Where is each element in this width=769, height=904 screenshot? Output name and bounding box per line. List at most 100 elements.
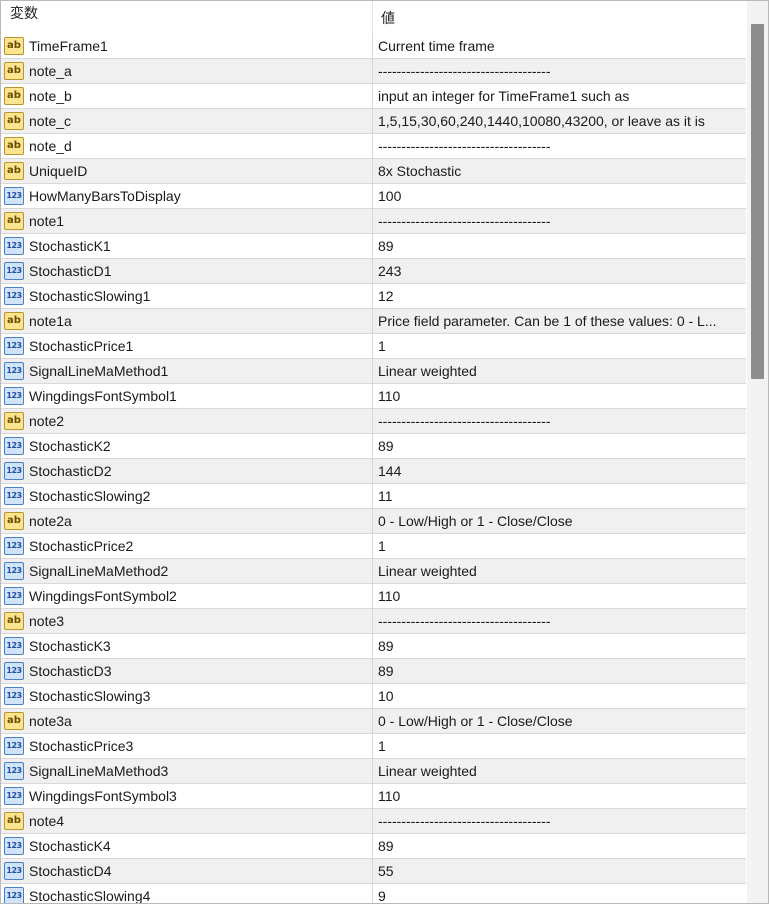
parameter-row[interactable]: 123 WingdingsFontSymbol1 110: [1, 384, 746, 409]
string-type-icon: ab: [4, 312, 24, 330]
column-header-variable[interactable]: 変数: [10, 1, 38, 26]
column-divider: [372, 484, 373, 509]
parameter-value[interactable]: 89: [378, 234, 394, 259]
parameter-value[interactable]: 89: [378, 434, 394, 459]
parameter-name: note1: [29, 213, 65, 229]
parameter-row[interactable]: 123 StochasticD2 144: [1, 459, 746, 484]
parameter-value[interactable]: -------------------------------------: [378, 809, 551, 834]
parameter-value[interactable]: 110: [378, 584, 400, 609]
parameter-row[interactable]: 123 HowManyBarsToDisplay 100: [1, 184, 746, 209]
column-divider: [372, 759, 373, 784]
parameter-name: UniqueID: [29, 163, 88, 179]
parameter-row[interactable]: ab note2 ---------------------------------…: [1, 409, 746, 434]
string-type-icon: ab: [4, 412, 24, 430]
parameter-row[interactable]: 123 StochasticSlowing1 12: [1, 284, 746, 309]
parameter-row[interactable]: 123 SignalLineMaMethod3 Linear weighted: [1, 759, 746, 784]
parameter-row[interactable]: ab note_c 1,5,15,30,60,240,1440,10080,4320…: [1, 109, 746, 134]
parameter-name: note_a: [29, 63, 72, 79]
parameter-value[interactable]: Linear weighted: [378, 559, 477, 584]
parameter-value[interactable]: -------------------------------------: [378, 59, 551, 84]
integer-type-icon: 123: [4, 687, 24, 705]
parameter-value[interactable]: Linear weighted: [378, 759, 477, 784]
parameter-row[interactable]: 123 StochasticK1 89: [1, 234, 746, 259]
parameter-row[interactable]: ab note3a 0 - Low/High or 1 - Close/Close: [1, 709, 746, 734]
parameter-row[interactable]: ab note_a --------------------------------…: [1, 59, 746, 84]
parameter-value[interactable]: 0 - Low/High or 1 - Close/Close: [378, 709, 573, 734]
parameter-value[interactable]: Current time frame: [378, 34, 495, 59]
parameter-row[interactable]: ab note1 ---------------------------------…: [1, 209, 746, 234]
parameter-row[interactable]: 123 StochasticSlowing4 9: [1, 884, 746, 903]
parameter-value[interactable]: 1: [378, 734, 386, 759]
parameter-name: StochasticSlowing1: [29, 288, 151, 304]
parameter-value[interactable]: Price field parameter. Can be 1 of these…: [378, 309, 717, 334]
parameter-value[interactable]: -------------------------------------: [378, 134, 551, 159]
parameter-value[interactable]: 144: [378, 459, 401, 484]
parameter-value[interactable]: -------------------------------------: [378, 209, 551, 234]
parameter-value[interactable]: 9: [378, 884, 386, 903]
parameter-value[interactable]: 10: [378, 684, 394, 709]
parameter-value[interactable]: 11: [378, 484, 393, 509]
parameter-row[interactable]: ab note3 ---------------------------------…: [1, 609, 746, 634]
parameter-row[interactable]: ab TimeFrame1 Current time frame: [1, 34, 746, 59]
table-header: 変数 値: [1, 1, 746, 34]
parameter-row[interactable]: ab UniqueID 8x Stochastic: [1, 159, 746, 184]
parameter-value[interactable]: 89: [378, 634, 394, 659]
parameter-row[interactable]: 123 StochasticD1 243: [1, 259, 746, 284]
parameter-name: StochasticD1: [29, 263, 112, 279]
parameter-row[interactable]: 123 StochasticSlowing3 10: [1, 684, 746, 709]
scrollbar-thumb[interactable]: [751, 24, 764, 379]
parameter-value[interactable]: 1: [378, 534, 386, 559]
parameter-row[interactable]: 123 WingdingsFontSymbol2 110: [1, 584, 746, 609]
vertical-scrollbar[interactable]: [747, 1, 768, 903]
parameter-value[interactable]: 89: [378, 659, 394, 684]
parameter-value[interactable]: 12: [378, 284, 394, 309]
column-header-value[interactable]: 値: [381, 1, 395, 34]
parameter-value[interactable]: -------------------------------------: [378, 409, 551, 434]
column-divider: [372, 234, 373, 259]
parameter-value[interactable]: 110: [378, 384, 400, 409]
parameter-row[interactable]: 123 StochasticD3 89: [1, 659, 746, 684]
parameter-name: StochasticPrice2: [29, 538, 134, 554]
parameter-row[interactable]: ab note1a Price field parameter. Can be 1 …: [1, 309, 746, 334]
parameter-row[interactable]: 123 StochasticK4 89: [1, 834, 746, 859]
parameter-row[interactable]: 123 StochasticPrice1 1: [1, 334, 746, 359]
parameter-row[interactable]: 123 SignalLineMaMethod1 Linear weighted: [1, 359, 746, 384]
parameter-row[interactable]: 123 StochasticPrice2 1: [1, 534, 746, 559]
parameter-value[interactable]: 1,5,15,30,60,240,1440,10080,43200, or le…: [378, 109, 705, 134]
header-divider[interactable]: [372, 1, 373, 34]
parameter-value[interactable]: Linear weighted: [378, 359, 477, 384]
parameter-name: note4: [29, 813, 65, 829]
string-type-icon: ab: [4, 62, 24, 80]
integer-type-icon: 123: [4, 337, 24, 355]
parameter-name: WingdingsFontSymbol1: [29, 388, 177, 404]
integer-type-icon: 123: [4, 662, 24, 680]
parameter-value[interactable]: 0 - Low/High or 1 - Close/Close: [378, 509, 573, 534]
integer-type-icon: 123: [4, 487, 24, 505]
parameter-row[interactable]: ab note4 ---------------------------------…: [1, 809, 746, 834]
parameter-value[interactable]: -------------------------------------: [378, 609, 551, 634]
parameter-row[interactable]: 123 WingdingsFontSymbol3 110: [1, 784, 746, 809]
parameter-value[interactable]: 89: [378, 834, 394, 859]
parameter-row[interactable]: 123 StochasticD4 55: [1, 859, 746, 884]
parameter-row[interactable]: 123 StochasticK3 89: [1, 634, 746, 659]
parameter-row[interactable]: ab note_b input an integer for TimeFrame1 …: [1, 84, 746, 109]
column-divider: [372, 459, 373, 484]
parameter-value[interactable]: 110: [378, 784, 400, 809]
parameter-row[interactable]: ab note2a 0 - Low/High or 1 - Close/Close: [1, 509, 746, 534]
parameter-value[interactable]: 243: [378, 259, 401, 284]
parameter-row[interactable]: 123 StochasticK2 89: [1, 434, 746, 459]
parameter-row[interactable]: ab note_d --------------------------------…: [1, 134, 746, 159]
parameter-value[interactable]: input an integer for TimeFrame1 such as: [378, 84, 629, 109]
parameter-row[interactable]: 123 StochasticSlowing2 11: [1, 484, 746, 509]
integer-type-icon: 123: [4, 537, 24, 555]
parameter-name: StochasticPrice1: [29, 338, 134, 354]
parameter-row[interactable]: 123 SignalLineMaMethod2 Linear weighted: [1, 559, 746, 584]
parameter-row[interactable]: 123 StochasticPrice3 1: [1, 734, 746, 759]
parameter-value[interactable]: 100: [378, 184, 401, 209]
parameter-value[interactable]: 55: [378, 859, 394, 884]
parameter-value[interactable]: 1: [378, 334, 386, 359]
string-type-icon: ab: [4, 812, 24, 830]
parameter-value[interactable]: 8x Stochastic: [378, 159, 461, 184]
integer-type-icon: 123: [4, 837, 24, 855]
integer-type-icon: 123: [4, 562, 24, 580]
